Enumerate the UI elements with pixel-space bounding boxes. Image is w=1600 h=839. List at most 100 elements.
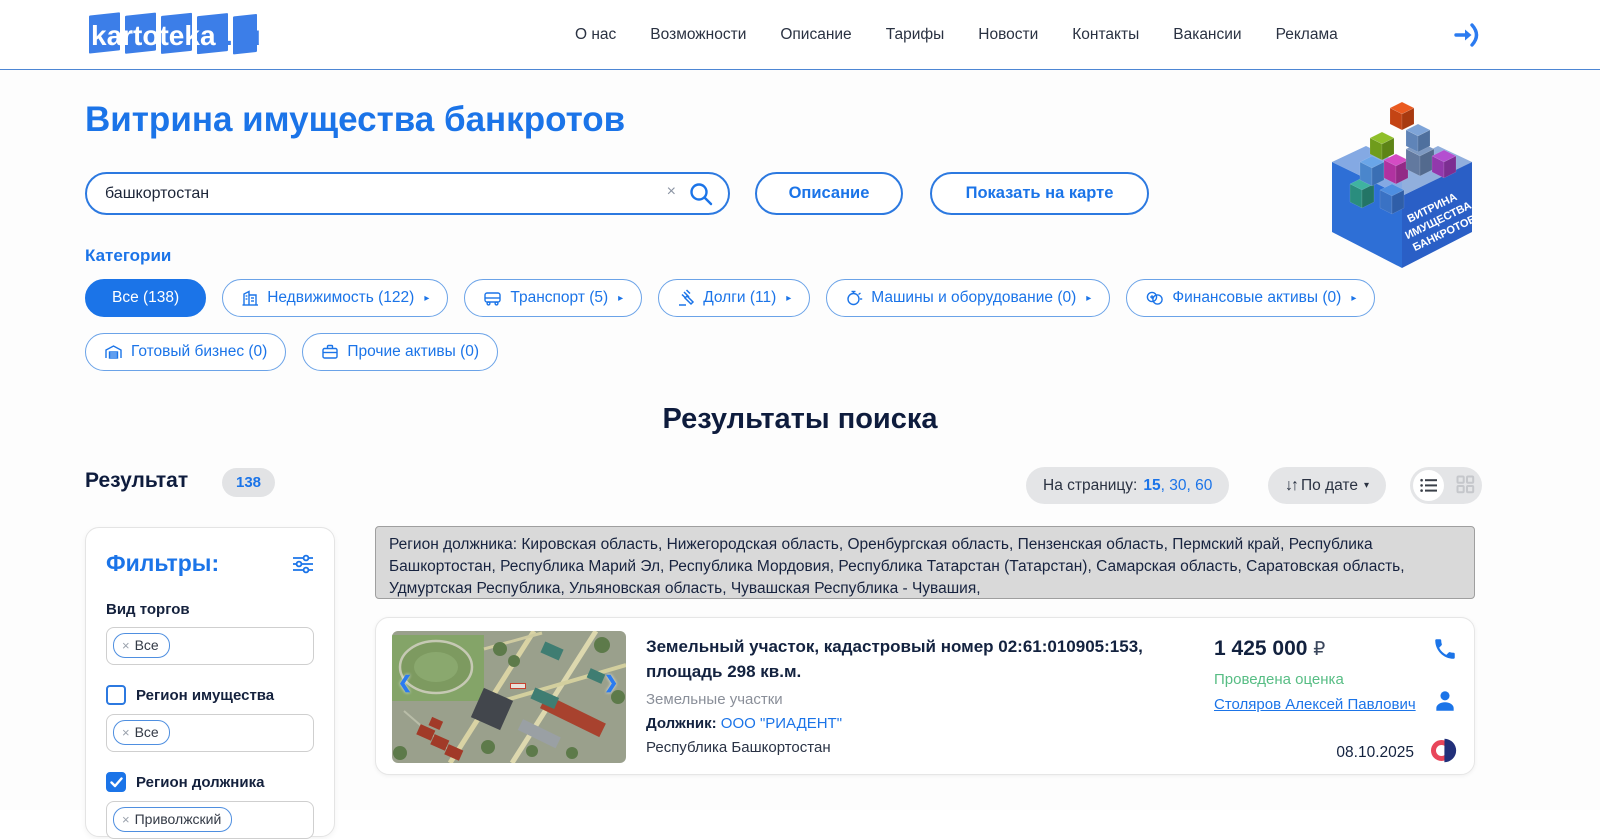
filter-settings-icon[interactable] <box>292 554 314 579</box>
per-page-selected[interactable]: 15 <box>1143 477 1160 495</box>
nav-tariffs[interactable]: Тарифы <box>886 26 945 44</box>
category-machinery[interactable]: Машины и оборудование (0) ▸ <box>826 279 1110 317</box>
debtor-label: Должник: <box>646 715 717 732</box>
per-page-options[interactable]: , 30, 60 <box>1161 477 1213 495</box>
filter-chip-all[interactable]: × Все <box>113 720 170 745</box>
gavel-icon <box>677 289 695 307</box>
machine-icon <box>845 289 863 307</box>
categories-row-1: Все (138) Недвижимость (122) ▸ Транспорт… <box>85 279 1375 317</box>
nav-about[interactable]: О нас <box>575 26 616 44</box>
page: kartoteka .ru О нас Возможности Описание… <box>0 0 1600 810</box>
property-region-checkbox[interactable] <box>106 685 126 705</box>
nav-vacancies[interactable]: Вакансии <box>1173 26 1241 44</box>
business-icon <box>104 343 123 361</box>
nav-ads[interactable]: Реклама <box>1276 26 1338 44</box>
category-debts-label: Долги (11) <box>703 289 776 307</box>
description-button[interactable]: Описание <box>755 172 903 215</box>
category-debts[interactable]: Долги (11) ▸ <box>658 279 810 317</box>
view-mode-toggle <box>1410 467 1482 504</box>
listing-date: 08.10.2025 <box>1336 744 1414 762</box>
grid-view-button[interactable] <box>1456 475 1475 499</box>
list-view-button[interactable] <box>1413 470 1444 501</box>
result-count-label: Результат <box>85 469 188 493</box>
login-icon[interactable] <box>1452 20 1482 50</box>
arbitration-manager-link[interactable]: Столяров Алексей Павлович <box>1214 696 1416 713</box>
result-count-badge: 138 <box>222 468 275 497</box>
chip-remove-icon[interactable]: × <box>122 725 130 740</box>
caret-icon: ▸ <box>424 293 429 304</box>
nav-contacts[interactable]: Контакты <box>1072 26 1139 44</box>
photo-next-icon[interactable]: ❯ <box>604 673 618 693</box>
nav-description[interactable]: Описание <box>780 26 851 44</box>
clear-search-icon[interactable]: × <box>667 183 676 201</box>
sort-arrows-icon: ↓↑ <box>1285 477 1297 495</box>
kartoteka-logo[interactable]: kartoteka .ru <box>85 8 275 65</box>
bankruptcy-cube-illustration: ВИТРИНА ИМУЩЕСТВА БАНКРОТОВ <box>1326 92 1478 273</box>
organization-logo-icon[interactable] <box>1431 737 1458 769</box>
filter-chip-privolzhsky[interactable]: × Приволжский <box>113 807 232 832</box>
category-real-estate-label: Недвижимость (122) <box>267 289 414 307</box>
currency-symbol: ₽ <box>1313 639 1325 660</box>
checkmark-icon <box>110 777 123 788</box>
listing-price: 1 425 000 ₽ <box>1214 637 1325 661</box>
filter-chip-all[interactable]: × Все <box>113 633 170 658</box>
chip-label: Приволжский <box>135 811 222 827</box>
list-view-icon <box>1420 478 1437 493</box>
satellite-image <box>392 631 626 763</box>
filter-debtor-region-select[interactable]: × Приволжский <box>106 801 314 839</box>
filters-panel: Фильтры: Вид торгов × Все Регион имущест… <box>85 527 335 837</box>
category-financial-assets[interactable]: Финансовые активы (0) ▸ <box>1126 279 1375 317</box>
main-menu: О нас Возможности Описание Тарифы Новост… <box>575 0 1338 70</box>
photo-prev-icon[interactable]: ❮ <box>398 673 412 693</box>
category-other-assets[interactable]: Прочие активы (0) <box>302 333 498 371</box>
per-page-selector[interactable]: На страницу: 15 , 30, 60 <box>1026 467 1229 504</box>
caret-icon: ▸ <box>1086 293 1091 304</box>
coins-icon <box>1145 289 1164 307</box>
categories-label: Категории <box>85 246 171 266</box>
category-all[interactable]: Все (138) <box>85 279 206 317</box>
filter-property-region-label: Регион имущества <box>136 687 274 704</box>
category-ready-business-label: Готовый бизнес (0) <box>131 343 267 361</box>
building-icon <box>241 289 259 307</box>
chip-label: Все <box>135 637 159 653</box>
sort-dropdown[interactable]: ↓↑ По дате ▾ <box>1268 467 1386 504</box>
valuation-status: Проведена оценка <box>1214 671 1344 688</box>
nav-news[interactable]: Новости <box>978 26 1038 44</box>
search-icon[interactable] <box>688 181 714 212</box>
listing-card[interactable]: ❮ ❯ Земельный участок, кадастровый номер… <box>375 617 1475 775</box>
kartoteka-logo-icon: kartoteka .ru <box>85 8 275 60</box>
listing-category: Земельные участки <box>646 691 1191 708</box>
listing-photo[interactable] <box>392 631 626 763</box>
phone-icon[interactable] <box>1432 636 1458 667</box>
top-navigation-bar: kartoteka .ru О нас Возможности Описание… <box>0 0 1600 70</box>
chip-remove-icon[interactable]: × <box>122 812 130 827</box>
person-icon[interactable] <box>1432 688 1458 719</box>
filter-trade-type-select[interactable]: × Все <box>106 627 314 665</box>
debtor-link[interactable]: ООО "РИАДЕНТ" <box>721 715 842 732</box>
briefcase-icon <box>321 343 339 361</box>
nav-features[interactable]: Возможности <box>650 26 746 44</box>
page-title: Витрина имущества банкротов <box>85 100 625 140</box>
category-other-assets-label: Прочие активы (0) <box>347 343 479 361</box>
listing-debtor-row: Должник: ООО "РИАДЕНТ" <box>646 715 1191 732</box>
filter-debtor-region-label: Регион должника <box>136 774 264 791</box>
category-all-label: Все (138) <box>112 289 179 307</box>
caret-icon: ▸ <box>618 293 623 304</box>
show-on-map-button[interactable]: Показать на карте <box>930 172 1149 215</box>
dropdown-caret-icon: ▾ <box>1364 480 1369 491</box>
filter-property-region-select[interactable]: × Все <box>106 714 314 752</box>
filters-title: Фильтры: <box>106 550 314 577</box>
listing-title[interactable]: Земельный участок, кадастровый номер 02:… <box>646 635 1191 684</box>
listing-region: Республика Башкортостан <box>646 739 1191 756</box>
category-financial-assets-label: Финансовые активы (0) <box>1172 289 1341 307</box>
debtor-region-checkbox[interactable] <box>106 772 126 792</box>
category-machinery-label: Машины и оборудование (0) <box>871 289 1076 307</box>
search-input[interactable] <box>105 174 665 213</box>
category-real-estate[interactable]: Недвижимость (122) ▸ <box>222 279 448 317</box>
category-transport[interactable]: Транспорт (5) ▸ <box>464 279 642 317</box>
caret-icon: ▸ <box>786 293 791 304</box>
chip-remove-icon[interactable]: × <box>122 638 130 653</box>
chip-label: Все <box>135 724 159 740</box>
filter-trade-type-label: Вид торгов <box>106 601 314 618</box>
category-ready-business[interactable]: Готовый бизнес (0) <box>85 333 286 371</box>
